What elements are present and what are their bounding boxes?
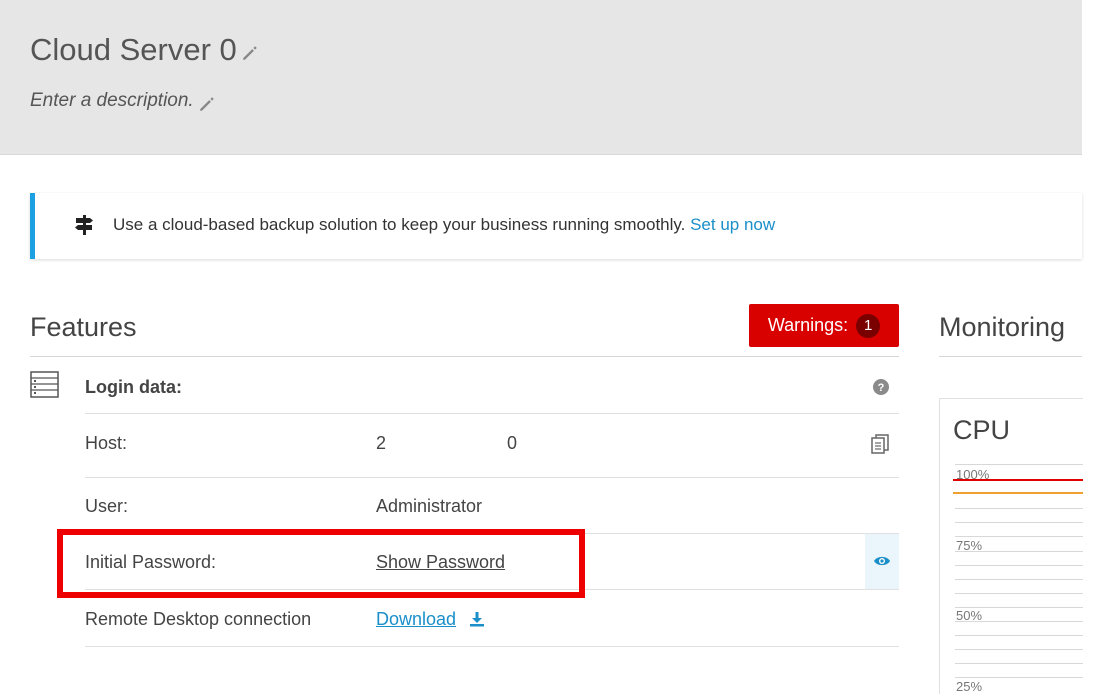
user-label: User: (85, 496, 129, 516)
eye-icon (874, 556, 890, 566)
grid-line (955, 593, 1083, 594)
user-value: Administrator (376, 496, 483, 516)
title-row: Cloud Server 0 (30, 32, 259, 68)
warnings-count-badge: 1 (856, 313, 881, 338)
host-row: Host: 2 0 (85, 414, 899, 478)
copy-icon[interactable] (871, 434, 889, 454)
edit-title-icon[interactable] (241, 44, 259, 62)
server-header: Cloud Server 0 Enter a description. (0, 0, 1082, 155)
monitoring-heading: Monitoring (939, 312, 1066, 342)
warnings-label: Warnings: (767, 315, 849, 335)
login-data-row: Login data: ? (85, 357, 899, 414)
host-label: Host: (85, 433, 128, 453)
cpu-series-orange (953, 492, 1083, 494)
banner-message: Use a cloud-based backup solution to kee… (113, 215, 686, 234)
level-label-100: 100% (956, 467, 990, 482)
grid-line (955, 536, 1083, 537)
server-icon (30, 371, 59, 398)
password-highlight-box (57, 529, 585, 598)
backup-banner: Use a cloud-based backup solution to kee… (30, 193, 1082, 259)
help-icon[interactable]: ? (873, 379, 889, 395)
server-description[interactable]: Enter a description. (30, 90, 194, 112)
grid-line (955, 649, 1083, 650)
signpost-icon (75, 215, 93, 235)
grid-line (955, 579, 1083, 580)
server-title: Cloud Server 0 (30, 32, 237, 67)
monitoring-divider (939, 356, 1082, 357)
setup-now-link[interactable]: Set up now (690, 215, 775, 234)
user-row: User: Administrator (85, 478, 899, 534)
cpu-chart-panel: CPU 100% 75% 50% 25% (939, 398, 1083, 694)
warnings-button[interactable]: Warnings: 1 (749, 304, 899, 347)
rdp-label: Remote Desktop connection (85, 609, 312, 629)
grid-line (955, 565, 1083, 566)
host-value-a: 2 (376, 433, 387, 453)
rdp-download-group: Download (376, 609, 485, 630)
banner-text: Use a cloud-based backup solution to kee… (113, 215, 775, 235)
download-link[interactable]: Download (376, 609, 456, 629)
edit-description-icon[interactable] (198, 95, 216, 113)
level-label-50: 50% (956, 608, 983, 623)
toggle-password-button[interactable] (865, 534, 899, 589)
description-row: Enter a description. (30, 89, 216, 113)
grid-line (955, 635, 1083, 636)
svg-text:?: ? (878, 382, 885, 394)
features-heading: Features (30, 312, 137, 342)
grid-line (955, 508, 1083, 509)
download-icon[interactable] (469, 611, 485, 627)
grid-line (955, 663, 1083, 664)
grid-line (955, 464, 1083, 465)
level-label-75: 75% (956, 538, 983, 553)
rdp-row: Remote Desktop connection Download (85, 590, 899, 647)
cpu-title: CPU (953, 415, 1011, 445)
level-label-25: 25% (956, 679, 983, 694)
host-value-b: 0 (507, 433, 518, 453)
grid-line (955, 677, 1083, 678)
login-data-label: Login data: (85, 377, 182, 397)
grid-line (955, 522, 1083, 523)
